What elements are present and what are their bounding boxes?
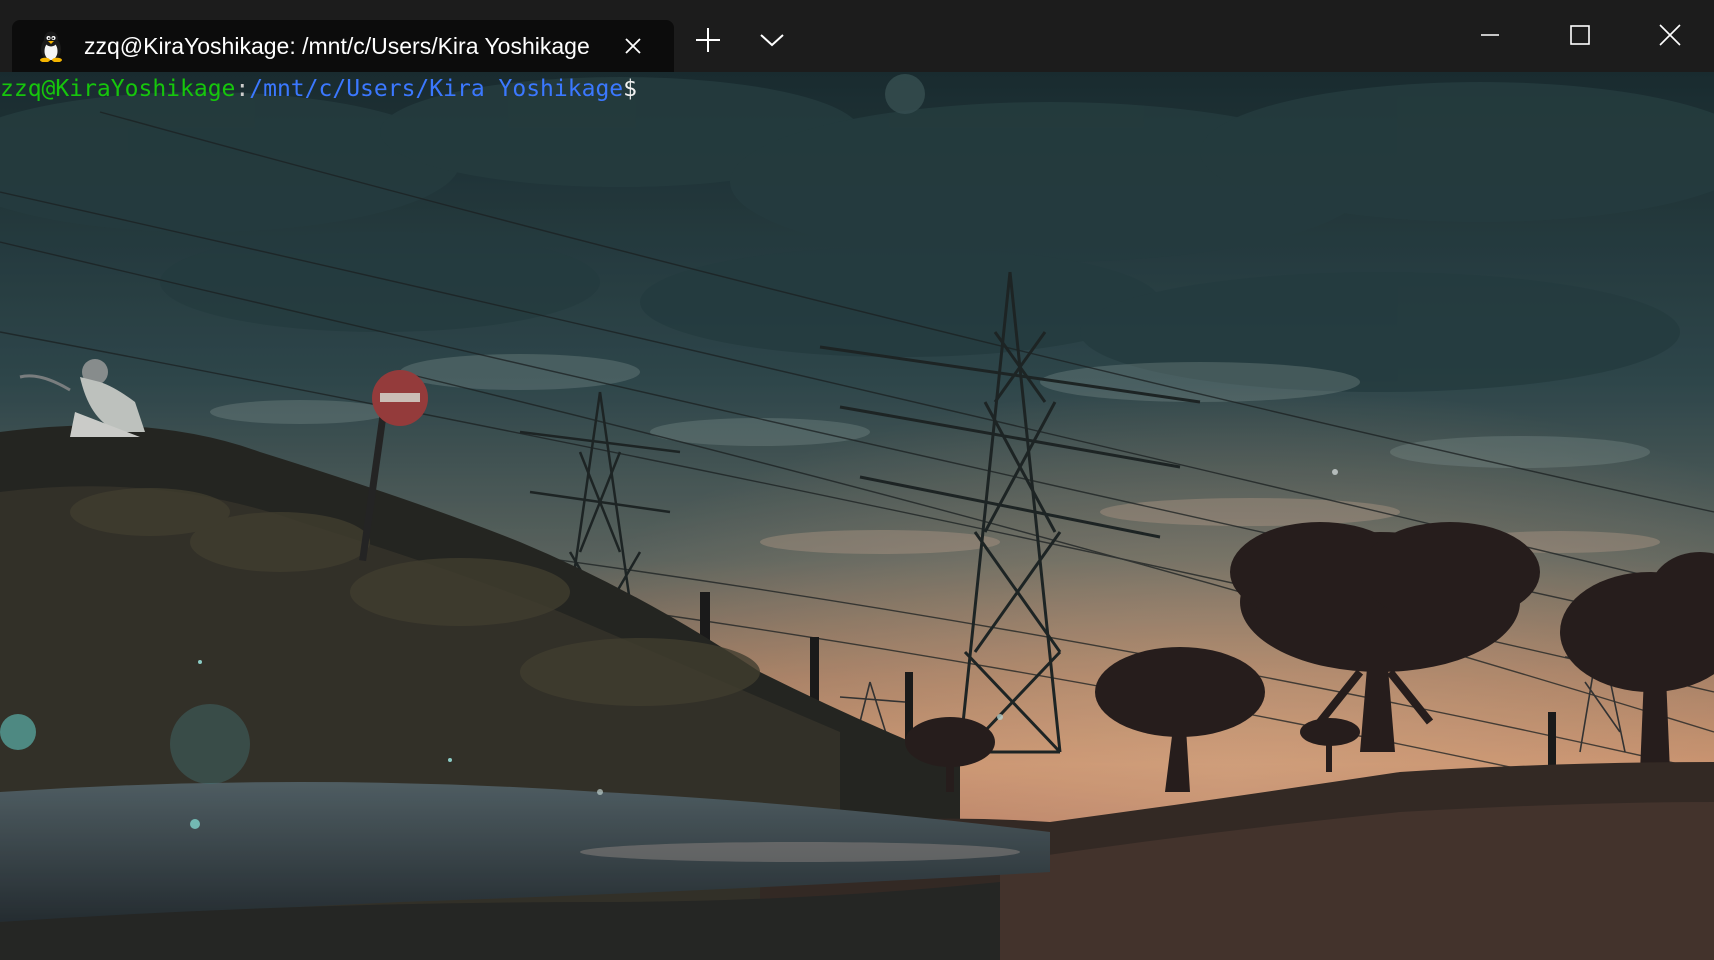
tab-title: zzq@KiraYoshikage: /mnt/c/Users/Kira Yos… bbox=[84, 32, 590, 59]
profile-dropdown-button[interactable] bbox=[752, 20, 792, 60]
close-icon bbox=[625, 38, 641, 54]
prompt-user-host: zzq@KiraYoshikage bbox=[0, 76, 236, 102]
chevron-down-icon bbox=[760, 34, 784, 47]
title-bar[interactable]: zzq@KiraYoshikage: /mnt/c/Users/Kira Yos… bbox=[0, 0, 1714, 72]
background-image bbox=[0, 72, 1714, 960]
maximize-button[interactable] bbox=[1555, 10, 1605, 60]
prompt-line[interactable]: zzq@KiraYoshikage:/mnt/c/Users/Kira Yosh… bbox=[0, 74, 637, 104]
prompt-separator: : bbox=[235, 76, 250, 102]
prompt-path: /mnt/c/Users/Kira Yoshikage bbox=[249, 76, 624, 102]
minimize-button[interactable] bbox=[1465, 10, 1515, 60]
maximize-icon bbox=[1570, 25, 1590, 45]
terminal-window: zzq@KiraYoshikage: /mnt/c/Users/Kira Yos… bbox=[0, 0, 1714, 960]
new-tab-button[interactable] bbox=[688, 20, 728, 60]
tab-terminal[interactable]: zzq@KiraYoshikage: /mnt/c/Users/Kira Yos… bbox=[12, 20, 674, 72]
minimize-icon bbox=[1481, 34, 1499, 36]
terminal-pane[interactable]: zzq@KiraYoshikage:/mnt/c/Users/Kira Yosh… bbox=[0, 72, 1714, 960]
plus-icon bbox=[696, 28, 720, 52]
linux-penguin-icon bbox=[36, 30, 66, 63]
close-icon bbox=[1659, 24, 1681, 46]
window-close-button[interactable] bbox=[1645, 10, 1695, 60]
tab-close-button[interactable] bbox=[620, 33, 646, 59]
prompt-symbol: $ bbox=[623, 76, 637, 102]
